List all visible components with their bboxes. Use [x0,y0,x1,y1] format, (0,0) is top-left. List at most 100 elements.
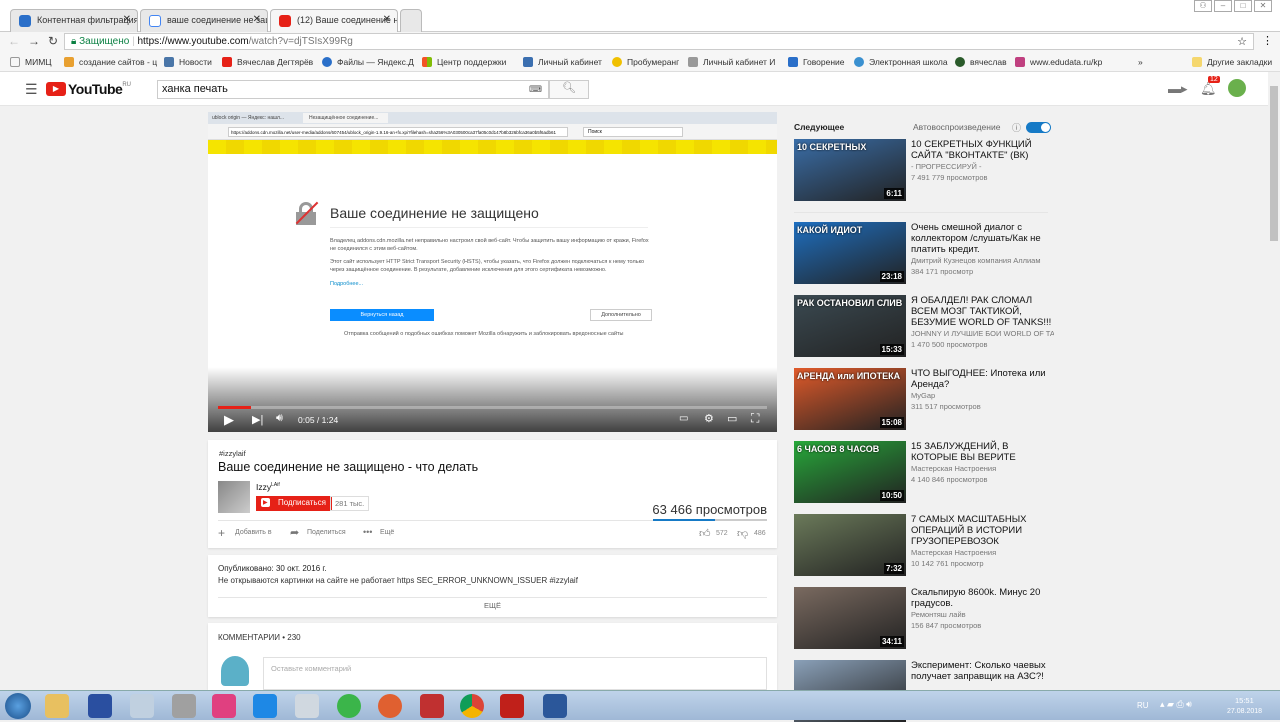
bookmark-item[interactable]: Личный кабинет И [688,57,775,67]
like-icon[interactable]: 👍︎ [699,527,711,540]
other-bookmarks[interactable]: Другие закладки [1192,57,1272,67]
dislike-icon[interactable]: 👎︎ [737,527,748,540]
video-thumbnail[interactable]: 7:32 [794,514,906,576]
bookmark-star-icon[interactable]: ☆ [1237,35,1247,48]
teamviewer-icon[interactable] [253,694,277,718]
search-button[interactable]: 🔍︎ [549,80,589,99]
share-button[interactable]: Поделиться [307,529,346,536]
chrome-icon[interactable] [460,694,484,718]
app-icon[interactable] [130,694,154,718]
new-tab-button[interactable] [400,9,422,32]
tab-youtube[interactable]: (12) Ваше соединение н ✕ [270,9,398,32]
video-title[interactable]: 10 СЕКРЕТНЫХ ФУНКЦИЙ САЙТА "ВКОНТАКТЕ" (… [911,139,1054,161]
explorer-icon[interactable] [45,694,69,718]
video-title[interactable]: Эксперимент: Сколько чаевых получает зап… [911,660,1054,682]
language-indicator[interactable]: RU [1137,701,1149,710]
address-bar[interactable]: 🔒︎ Защищено | https://www.youtube.com/wa… [64,33,1254,50]
video-title[interactable]: Я ОБАЛДЕЛ! РАК СЛОМАЛ ВСЕМ МОЗГ ТАКТИКОЙ… [911,295,1054,328]
up-next-video[interactable]: АРЕНДА или ИПОТЕКА 15:08 ЧТО ВЫГОДНЕЕ: И… [794,368,1054,430]
save-app-icon[interactable] [88,694,112,718]
start-button[interactable] [5,693,31,719]
progress-bar[interactable] [218,406,767,409]
back-button[interactable]: ← [8,34,20,48]
video-thumbnail[interactable]: 10 СЕКРЕТНЫХ 6:11 [794,139,906,201]
video-title[interactable]: 15 ЗАБЛУЖДЕНИЙ, В КОТОРЫЕ ВЫ ВЕРИТЕ [911,441,1054,463]
play-button[interactable]: ▶ [224,412,234,428]
more-icon[interactable]: ••• [363,527,372,537]
close-tab-icon[interactable]: ✕ [253,14,261,25]
maximize-button[interactable]: □ [1234,0,1252,12]
up-next-video[interactable]: 6 ЧАСОВ 8 ЧАСОВ 10:50 15 ЗАБЛУЖДЕНИЙ, В … [794,441,1054,503]
account-avatar[interactable] [1228,79,1246,97]
comment-input[interactable]: Оставьте комментарий [263,657,767,690]
clock-time[interactable]: 15:51 [1235,696,1254,705]
reload-button[interactable]: ↻ [48,34,58,48]
app-icon[interactable] [337,694,361,718]
video-title[interactable]: Очень смешной диалог с коллектором /слуш… [911,222,1054,255]
menu-icon[interactable]: ⋮ [1262,34,1273,47]
video-player[interactable]: ublock origin — Яндекс: нашл... Незащищё… [208,112,777,432]
keyboard-icon[interactable]: ⌨ [529,84,542,95]
subtitles-icon[interactable]: ▭ [679,413,688,424]
profile-icon[interactable]: ⚇ [1194,0,1212,12]
video-thumbnail[interactable]: 34:11 [794,587,906,649]
close-tab-icon[interactable]: ✕ [383,14,391,25]
bookmark-item[interactable]: Личный кабинет [523,57,602,67]
video-thumbnail[interactable]: РАК ОСТАНОВИЛ СЛИВ 15:33 [794,295,906,357]
bookmark-item[interactable]: создание сайтов - ц [64,57,157,67]
forward-button[interactable]: → [28,34,40,48]
hamburger-menu-icon[interactable]: ☰ [25,81,38,98]
channel-name[interactable]: IzzyLAif [256,482,280,492]
tab-google-search[interactable]: ваше соединение не защ ✕ [140,9,268,32]
bookmark-item[interactable]: www.edudata.ru/kp [1015,57,1102,67]
video-title[interactable]: Скальпирую 8600k. Минус 20 градусов. [911,587,1054,609]
app-icon[interactable] [295,694,319,718]
more-button[interactable]: Ещё [380,529,394,536]
subscribe-button[interactable]: ▶ Подписаться [256,496,332,511]
bookmark-item[interactable]: Электронная школа [854,57,948,67]
info-icon[interactable]: ⓘ [1012,121,1021,134]
app-icon[interactable] [212,694,236,718]
show-more-button[interactable]: ЕЩЁ [208,601,777,610]
up-next-video[interactable]: 7:32 7 САМЫХ МАСШТАБНЫХ ОПЕРАЦИЙ В ИСТОР… [794,514,1054,576]
video-thumbnail[interactable]: КАКОЙ ИДИОТ 23:18 [794,222,906,284]
video-thumbnail[interactable]: АРЕНДА или ИПОТЕКА 15:08 [794,368,906,430]
close-tab-icon[interactable]: ✕ [123,14,131,25]
bookmark-item[interactable]: Пробумеранг [612,57,679,67]
add-to-button[interactable]: Добавить в [235,529,272,536]
theater-mode-icon[interactable]: ▭ [727,412,737,425]
up-next-video[interactable]: РАК ОСТАНОВИЛ СЛИВ 15:33 Я ОБАЛДЕЛ! РАК … [794,295,1054,357]
tab-content-filtering[interactable]: Контентная фильтрация ✕ [10,9,138,32]
upload-video-icon[interactable]: ▬▸ [1168,81,1188,97]
up-next-video[interactable]: КАКОЙ ИДИОТ 23:18 Очень смешной диалог с… [794,222,1054,284]
tray-icons[interactable]: ▴ ▰ ⎙ 🔊︎ [1160,699,1192,710]
channel-avatar[interactable] [218,481,250,513]
video-title[interactable]: ЧТО ВЫГОДНЕЕ: Ипотека или Аренда? [911,368,1054,390]
video-title[interactable]: 7 САМЫХ МАСШТАБНЫХ ОПЕРАЦИЙ В ИСТОРИИ ГР… [911,514,1054,547]
next-button[interactable]: ▶| [252,413,263,426]
video-thumbnail[interactable]: 6 ЧАСОВ 8 ЧАСОВ 10:50 [794,441,906,503]
fullscreen-icon[interactable]: ⛶ [751,411,759,426]
bookmark-item[interactable]: Вячеслав Дегтярёв [222,57,313,67]
acrobat-icon[interactable] [500,694,524,718]
app-icon[interactable] [378,694,402,718]
bookmark-item[interactable]: Файлы — Яндекс.Д [322,57,414,67]
bookmark-item[interactable]: Новости [164,57,212,67]
up-next-video[interactable]: 34:11 Скальпирую 8600k. Минус 20 градусо… [794,587,1054,649]
hashtag-link[interactable]: #izzylaif [219,449,246,458]
more-bookmarks-button[interactable]: » [1138,57,1143,67]
app-icon[interactable] [172,694,196,718]
settings-gear-icon[interactable]: ⚙ [704,412,714,425]
autoplay-toggle[interactable] [1026,122,1051,133]
bookmark-item[interactable]: Говорение [788,57,845,67]
clock-date[interactable]: 27.08.2018 [1227,708,1262,715]
share-icon[interactable]: ➦ [290,526,299,539]
word-icon[interactable] [543,694,567,718]
app-icon[interactable] [420,694,444,718]
youtube-logo[interactable]: ▶ YouTube RU [46,81,131,97]
search-input[interactable]: ханка печать ⌨ [157,80,549,99]
bookmark-item[interactable]: Центр поддержки [422,57,506,67]
bookmark-item[interactable]: вячеслав [955,57,1007,67]
volume-icon[interactable]: 🔊︎ [276,412,283,425]
page-scrollbar[interactable] [1268,72,1280,690]
